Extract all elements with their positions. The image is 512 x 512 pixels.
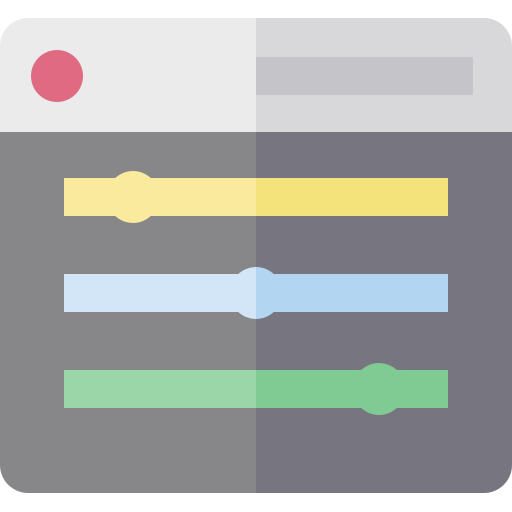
slider-track[interactable] [64, 274, 256, 312]
slider-track[interactable] [64, 178, 256, 216]
slider-green[interactable] [64, 363, 448, 415]
slider-handle-half [230, 267, 256, 319]
address-bar[interactable] [256, 57, 473, 95]
slider-handle[interactable] [107, 171, 160, 223]
slider-handle-half [256, 267, 282, 319]
slider-handle[interactable] [352, 363, 405, 415]
title-bar [0, 18, 512, 132]
slider-handle-half [107, 171, 160, 223]
slider-track[interactable] [256, 274, 448, 312]
close-dot-icon[interactable] [31, 50, 83, 102]
slider-yellow[interactable] [64, 171, 448, 223]
slider-track[interactable] [256, 178, 448, 216]
app-window [0, 18, 512, 493]
slider-track[interactable] [64, 370, 256, 408]
slider-handle[interactable] [230, 267, 282, 319]
slider-handle-half [352, 363, 405, 415]
slider-blue[interactable] [64, 267, 448, 319]
